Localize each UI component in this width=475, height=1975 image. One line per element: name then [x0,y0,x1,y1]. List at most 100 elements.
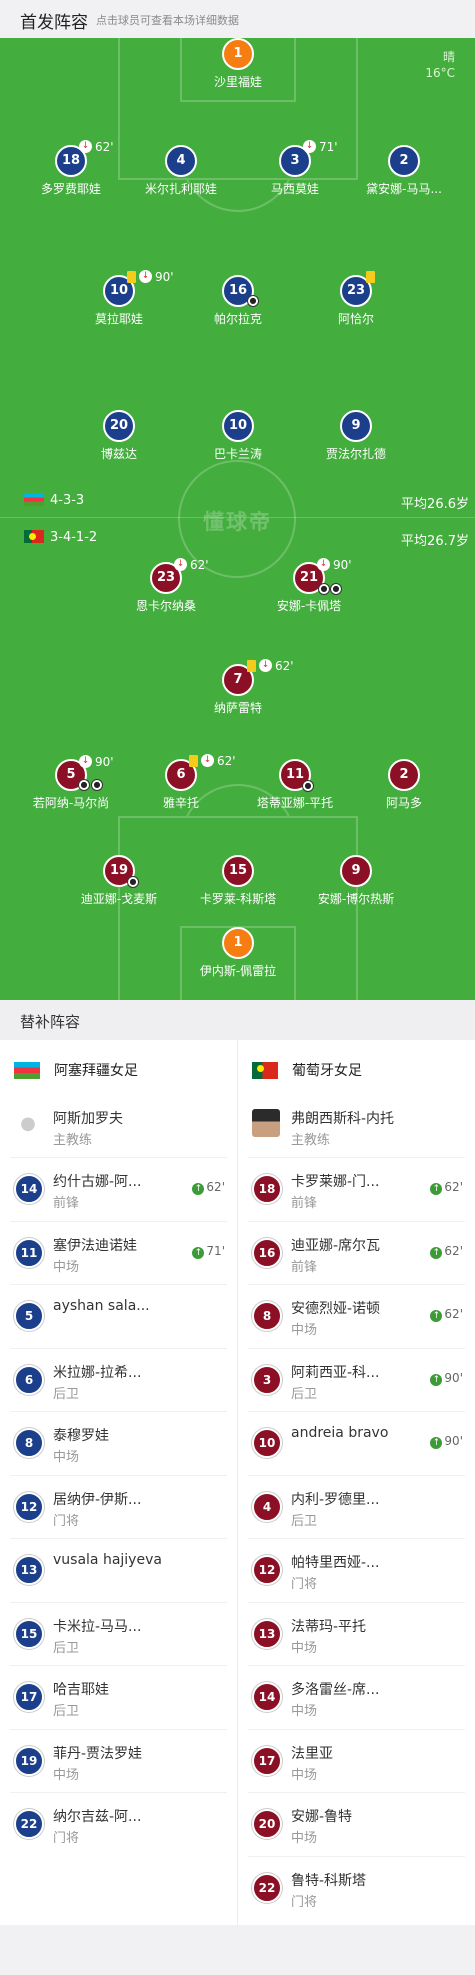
sub-player-row[interactable]: 14 多洛雷丝-席... 中场 [238,1666,475,1729]
sub-player-row[interactable]: 8 安德烈娅-诺顿 中场 ↑ 62' [238,1285,475,1348]
home-player[interactable]: 9 贾法尔扎德 [301,410,411,462]
sub-player-row[interactable]: 12 居纳伊-伊斯... 门将 [0,1476,237,1539]
shirt-number: 5 [14,1301,44,1331]
player-name: 纳尔吉兹-阿... [53,1809,142,1825]
player-position: 门将 [291,1894,318,1910]
away-player[interactable]: 1 伊内斯-佩雷拉 [183,927,293,979]
goal-ball-icon: ● [318,583,330,595]
away-player[interactable]: 2 阿马多 [349,759,459,811]
shirt-number: 19 [14,1745,44,1776]
player-name: 内利-罗德里... [291,1491,380,1508]
player-position: 门将 [53,1831,80,1846]
player-position: 后卫 [53,1386,80,1402]
player-name: 安德烈娅-诺顿 [291,1301,381,1317]
home-player[interactable]: 23 阿恰尔 [301,275,411,327]
sub-player-row[interactable]: 13 vusala hajiyeva [0,1539,237,1602]
player-position: 中场 [291,1767,318,1783]
assist-icon: ● [91,779,103,791]
player-position: 中场 [291,1831,318,1846]
shirt-number: 13 [14,1555,44,1585]
sub-in-minute: ↑ 62' [430,1244,463,1259]
shirt-number: 20 [252,1809,282,1839]
player-name: 居纳伊-伊斯... [53,1491,142,1508]
away-coach[interactable]: 弗朗西斯科-内托 主教练 [238,1095,475,1158]
person-placeholder-icon: ● [14,1109,42,1137]
home-player[interactable]: 10 巴卡兰涛 [183,410,293,462]
shirt-number: 11 [14,1237,44,1268]
home-player[interactable]: 2 黛安娜-马马... [349,145,459,197]
sub-player-row[interactable]: 22 鲁特-科斯塔 门将 [238,1857,475,1920]
sub-player-row[interactable]: 14 约什古娜-阿... 前锋 ↑ 62' [0,1158,237,1221]
home-player[interactable]: 16 帕尔拉克 [183,275,293,327]
player-position: 中场 [53,1767,80,1783]
weather-condition: 晴 [442,50,455,64]
player-name: 泰穆罗娃 [53,1428,109,1444]
sub-in-icon: ↑ [430,1246,443,1259]
player-position: 门将 [53,1513,80,1529]
sub-player-row[interactable]: 11 塞伊法迪诺娃 中场 ↑ 71' [0,1222,237,1285]
sub-in-minute: ↑ 62' [430,1180,463,1195]
home-player[interactable]: 20 博兹达 [64,410,174,462]
player-name: 菲丹-贾法罗娃 [53,1745,143,1762]
sub-player-row[interactable]: 13 法蒂玛-平托 中场 [238,1603,475,1666]
home-player[interactable]: 4 米尔扎利耶娃 [126,145,236,197]
sub-player-row[interactable]: 12 帕特里西娅-... 门将 [238,1539,475,1602]
player-name: 阿莉西亚-科... [291,1364,380,1381]
sub-player-row[interactable]: 5 ayshan sala... [0,1285,237,1348]
sub-off-icon: ↓ [139,270,152,283]
sub-in-icon: ↑ [430,1183,443,1195]
sub-player-row[interactable]: 6 米拉娜-拉希... 后卫 [0,1349,237,1412]
sub-off-icon: ↓ [79,755,92,768]
sub-player-row[interactable]: 16 迪亚娜-席尔瓦 前锋 ↑ 62' [238,1222,475,1285]
player-name: 哈吉耶娃 [53,1682,109,1698]
assist-icon: ● [78,779,90,791]
shirt-number: 15 [14,1618,44,1649]
away-player[interactable]: 19 迪亚娜-戈麦斯 [64,855,174,907]
home-player[interactable]: 1 沙里福娃 [183,38,293,90]
yellow-card-icon [189,755,198,767]
sub-off-icon: ↓ [317,558,330,571]
portugal-flag-icon [24,530,44,543]
sub-minute: 90' [155,270,174,284]
home-coach[interactable]: ● 阿斯加罗夫 主教练 [0,1095,237,1158]
sub-player-row[interactable]: 15 卡米拉-马马... 后卫 [0,1603,237,1666]
yellow-card-icon [366,271,375,283]
pitch: 晴 16°C 懂球帝 4-3-3 平均26.6岁 3-4-1-2 平均26.7岁… [0,38,475,1000]
away-avg-age: 平均26.7岁 [401,534,469,549]
sub-player-row[interactable]: 17 哈吉耶娃 后卫 [0,1666,237,1729]
sub-minute: 90' [95,755,114,769]
sub-player-row[interactable]: 4 内利-罗德里... 后卫 [238,1476,475,1539]
shirt-number: 6 [14,1364,44,1395]
sub-player-row[interactable]: 10 andreia bravo ↑ 90' [238,1412,475,1475]
player-position: 中场 [53,1450,80,1465]
shirt-number: 3 [252,1364,282,1395]
sub-player-row[interactable]: 19 菲丹-贾法罗娃 中场 [0,1730,237,1793]
lineup-header: 首发阵容 点击球员可查看本场详细数据 [0,0,475,38]
shirt-number: 14 [14,1174,44,1204]
sub-minute: 62' [95,140,114,154]
player-name: 法蒂玛-平托 [291,1618,367,1635]
away-player[interactable]: 11 塔蒂亚娜-平托 [240,759,350,811]
yellow-card-icon [127,271,136,283]
sub-in-icon: ↑ [430,1437,443,1449]
sub-player-row[interactable]: 17 法里亚 中场 [238,1730,475,1793]
player-name: 鲁特-科斯塔 [291,1872,367,1889]
assist-icon: ● [330,583,342,595]
player-position: 前锋 [291,1259,318,1275]
sub-off-icon: ↓ [259,659,272,672]
sub-player-row[interactable]: 3 阿莉西亚-科... 后卫 ↑ 90' [238,1349,475,1412]
player-name: vusala hajiyeva [53,1552,162,1568]
sub-player-row[interactable]: 8 泰穆罗娃 中场 [0,1412,237,1475]
away-player[interactable]: 15 卡罗莱-科斯塔 [183,855,293,907]
sub-player-row[interactable]: 18 卡罗莱娜-门... 前锋 ↑ 62' [238,1158,475,1221]
player-name: 法里亚 [291,1745,333,1762]
away-player[interactable]: 9 安娜-博尔热斯 [301,855,411,907]
player-name: 米拉娜-拉希... [53,1364,142,1381]
goal-ball-icon: ● [247,295,259,307]
player-position: 中场 [53,1259,80,1275]
home-formation: 4-3-3 [24,493,84,508]
shirt-number: 17 [14,1682,44,1712]
sub-player-row[interactable]: 20 安娜-鲁特 中场 [238,1793,475,1856]
sub-player-row[interactable]: 22 纳尔吉兹-阿... 门将 [0,1793,237,1856]
home-avg-age: 平均26.6岁 [401,497,469,512]
